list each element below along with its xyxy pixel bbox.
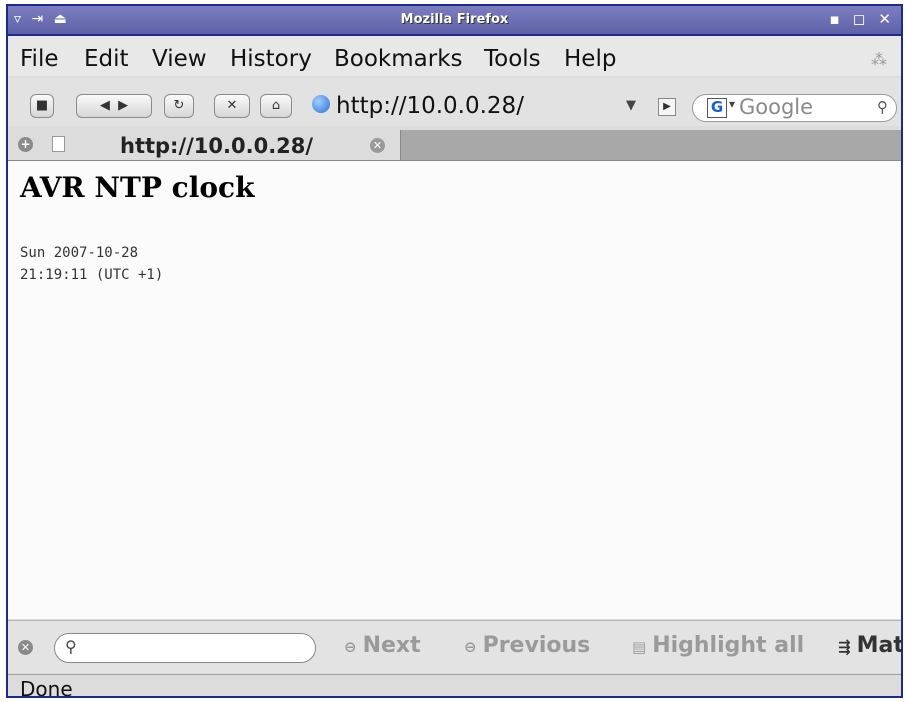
url-text[interactable]: http://10.0.0.28/ xyxy=(336,93,524,119)
new-tab-icon[interactable]: + xyxy=(18,137,33,152)
highlight-icon: ▤ xyxy=(632,638,647,656)
find-next-button[interactable]: ⊖ Next xyxy=(344,633,421,658)
back-forward-button[interactable]: ◀ ▶ xyxy=(76,94,152,118)
close-find-icon[interactable]: ✕ xyxy=(18,640,33,655)
navigation-toolbar: ■ ◀ ▶ ↻ ✕ ⌂ http://10.0.0.28/ ▼ ▶ G ▾ Go… xyxy=(8,78,901,126)
find-input[interactable]: ⚲ xyxy=(54,633,316,663)
date-line: Sun 2007-10-28 xyxy=(20,245,139,261)
search-box[interactable]: G ▾ Google ⚲ xyxy=(692,94,897,122)
find-previous-button[interactable]: ⊖ Previous xyxy=(464,633,590,658)
engine-dropdown-icon[interactable]: ▾ xyxy=(729,97,735,111)
find-next-label: Next xyxy=(362,633,421,658)
highlight-all-button[interactable]: ▤ Highlight all xyxy=(632,633,804,658)
window-title: Mozilla Firefox xyxy=(400,12,509,27)
go-button[interactable]: ▶ xyxy=(658,98,676,116)
status-bar: Done xyxy=(8,674,901,698)
window-controls[interactable]: ▪ ◻ ✕ xyxy=(829,10,895,28)
previous-icon: ⊖ xyxy=(464,638,477,656)
stop-reload-icon[interactable]: ■ xyxy=(30,94,54,118)
time-line: 21:19:11 (UTC +1) xyxy=(20,267,164,283)
home-icon[interactable]: ⌂ xyxy=(260,94,292,118)
search-icon: ⚲ xyxy=(65,637,77,656)
find-bar: ✕ ⚲ ⊖ Next ⊖ Previous ▤ Highlight all ⇶ Mat xyxy=(8,620,901,673)
stop-icon[interactable]: ✕ xyxy=(214,94,250,118)
match-case-label: Mat xyxy=(856,633,903,658)
throbber-icon: ⁂ xyxy=(871,50,887,69)
search-icon[interactable]: ⚲ xyxy=(877,98,888,116)
highlight-all-label: Highlight all xyxy=(652,633,805,658)
page-heading: AVR NTP clock xyxy=(20,171,255,204)
url-dropdown-icon[interactable]: ▼ xyxy=(626,98,636,113)
match-case-icon: ⇶ xyxy=(838,638,851,656)
find-previous-label: Previous xyxy=(482,633,591,658)
browser-window: ▿ ⇥ ⏏ Mozilla Firefox ▪ ◻ ✕ File Edit Vi… xyxy=(6,4,903,698)
menu-bookmarks[interactable]: Bookmarks xyxy=(334,46,463,72)
tab-strip: + http://10.0.0.28/ ✕ xyxy=(8,130,901,160)
menu-view[interactable]: View xyxy=(152,46,207,72)
title-bar: ▿ ⇥ ⏏ Mozilla Firefox ▪ ◻ ✕ xyxy=(8,6,901,36)
tab-close-icon[interactable]: ✕ xyxy=(370,138,385,153)
page-content: AVR NTP clock Sun 2007-10-28 21:19:11 (U… xyxy=(8,160,901,619)
status-text: Done xyxy=(20,677,73,698)
menu-tools[interactable]: Tools xyxy=(484,46,541,72)
menu-history[interactable]: History xyxy=(230,46,312,72)
menu-file[interactable]: File xyxy=(20,46,59,72)
globe-icon xyxy=(312,95,330,113)
reload-icon[interactable]: ↻ xyxy=(164,94,194,118)
tab-label[interactable]: http://10.0.0.28/ xyxy=(120,134,313,158)
search-placeholder: Google xyxy=(739,95,814,119)
menu-bar: File Edit View History Bookmarks Tools H… xyxy=(8,36,901,76)
menu-help[interactable]: Help xyxy=(564,46,616,72)
google-icon[interactable]: G xyxy=(707,98,727,118)
next-icon: ⊖ xyxy=(344,638,357,656)
page-icon xyxy=(52,136,65,152)
url-bar[interactable]: http://10.0.0.28/ ▼ xyxy=(308,92,648,120)
tab-active[interactable]: + http://10.0.0.28/ ✕ xyxy=(8,130,401,160)
menu-edit[interactable]: Edit xyxy=(84,46,129,72)
match-case-button[interactable]: ⇶ Mat xyxy=(838,633,903,658)
